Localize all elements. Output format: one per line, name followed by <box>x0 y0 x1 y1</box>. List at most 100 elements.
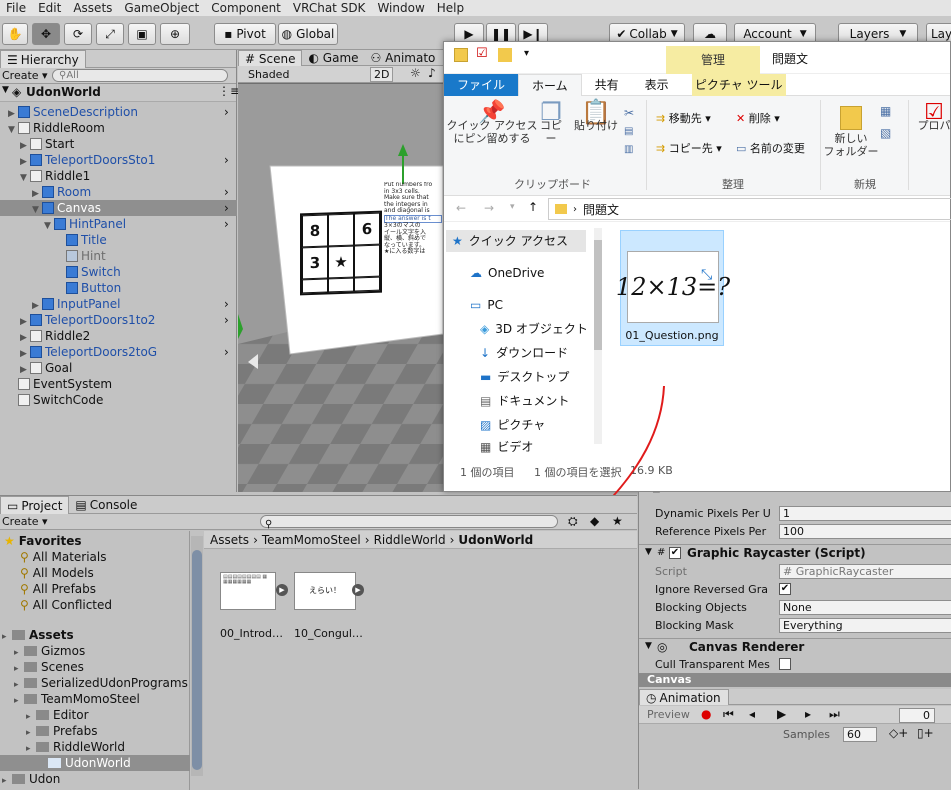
scene-view[interactable]: # Scene ◐ Game ⚇ Animato Shaded 2D ☼ ♪ 8… <box>238 50 443 492</box>
pin-quick-access-button[interactable]: 📌 クイック アクセス にピン留めする <box>447 102 538 146</box>
ribbon-tab[interactable]: 共有 <box>582 74 632 96</box>
rect-tool-icon[interactable]: ▣ <box>128 23 156 45</box>
favorite-item[interactable]: ⚲ All Prefabs <box>20 581 96 597</box>
breadcrumb-item[interactable]: Assets <box>210 533 249 547</box>
properties-button[interactable]: ☑ プロパ <box>914 102 951 133</box>
breadcrumb-item[interactable]: TeamMomoSteel <box>262 533 361 547</box>
prefab-open-icon[interactable]: › <box>224 344 229 360</box>
hierarchy-item[interactable]: ▶ TeleportDoors1to2 › <box>0 312 237 328</box>
hierarchy-item[interactable]: ▶ Start <box>0 136 237 152</box>
pivot-button[interactable]: ▪ Pivot <box>214 23 276 45</box>
dynamic-pixels-field[interactable]: 1 <box>779 506 951 521</box>
breadcrumb-item[interactable]: UdonWorld <box>458 533 533 547</box>
tab-animator[interactable]: ⚇ Animato <box>365 50 442 66</box>
paste-button[interactable]: 📋 貼り付け <box>574 100 618 132</box>
nav-item[interactable]: ▨ ピクチャ <box>474 414 592 436</box>
last-key-icon[interactable]: ⏭ <box>829 707 840 722</box>
up-arrow-icon[interactable]: ↑ <box>528 200 538 214</box>
prev-key-icon[interactable]: ◂ <box>749 707 755 721</box>
tree-scrollbar[interactable] <box>191 536 203 776</box>
nav-item[interactable]: ↓ ダウンロード <box>474 342 592 364</box>
play-icon[interactable]: ▶ <box>352 584 364 596</box>
asset-item[interactable]: えらい！ ▶ 10_Congul… <box>294 572 364 640</box>
nav-item[interactable]: ▤ ドキュメント <box>474 390 592 412</box>
folder-tree-item[interactable]: ▸ Editor <box>0 707 190 723</box>
copy-path-icon[interactable]: ▤ <box>624 126 633 137</box>
breadcrumb-item[interactable]: RiddleWorld <box>374 533 446 547</box>
frame-field[interactable]: 0 <box>899 708 935 723</box>
cull-transparent-checkbox[interactable] <box>779 658 791 670</box>
prefab-open-icon[interactable]: › <box>224 296 229 312</box>
asset-item[interactable]: ▤▤▤▤▤▤▤▤ ▦ ▦▦▦▦▦▦ ▶ 00_Introd… <box>220 572 288 640</box>
folder-tree-item[interactable]: ▸ Udon <box>0 771 190 787</box>
shading-mode-dropdown[interactable]: Shaded <box>248 68 289 81</box>
nav-item[interactable]: ☁ OneDrive <box>464 262 582 284</box>
ribbon-tab[interactable]: ピクチャ ツール <box>691 74 786 96</box>
hierarchy-item[interactable]: Hint <box>0 248 237 264</box>
create-dropdown[interactable]: Create ▾ <box>2 515 48 528</box>
menu-item[interactable]: Window <box>371 0 430 16</box>
copy-to-button[interactable]: ⇉ コピー先 ▾ <box>656 140 722 156</box>
folder-tree-item[interactable]: ▸ SerializedUdonPrograms <box>0 675 190 691</box>
tab-game[interactable]: ◐ Game <box>302 50 364 66</box>
project-search-input[interactable]: ⚲ <box>260 515 558 530</box>
hierarchy-item[interactable]: ▼ RiddleRoom <box>0 120 237 136</box>
prefab-open-icon[interactable]: › <box>224 104 229 120</box>
folder-tree-item[interactable]: UdonWorld <box>0 755 190 771</box>
tab-console[interactable]: ▤ Console <box>69 496 143 514</box>
record-icon[interactable]: ● <box>701 707 711 721</box>
play-icon[interactable]: ▶ <box>777 707 786 721</box>
new-item-icon[interactable]: ▦ <box>880 104 891 118</box>
tab-hierarchy[interactable]: ☰ Hierarchy <box>0 50 86 68</box>
audio-toggle-icon[interactable]: ♪ <box>428 66 436 80</box>
prefab-open-icon[interactable]: › <box>224 184 229 200</box>
paste-shortcut-icon[interactable]: ▥ <box>624 144 633 155</box>
menu-item[interactable]: Edit <box>32 0 67 16</box>
prefab-open-icon[interactable]: › <box>224 312 229 328</box>
hierarchy-item[interactable]: ▶ TeleportDoorsSto1 › <box>0 152 237 168</box>
favorite-item[interactable]: ⚲ All Materials <box>20 549 107 565</box>
manage-tab[interactable]: 管理 <box>666 46 760 74</box>
menu-item[interactable]: File <box>0 0 32 16</box>
menu-item[interactable]: Assets <box>67 0 118 16</box>
menu-item[interactable]: VRChat SDK <box>287 0 372 16</box>
new-folder-button[interactable]: 新しい フォルダー <box>824 106 879 158</box>
ribbon-tab[interactable]: ファイル <box>444 74 519 96</box>
delete-button[interactable]: ✕ 削除 ▾ <box>736 110 780 126</box>
preview-toggle[interactable]: Preview <box>647 708 690 721</box>
copy-button[interactable]: ❐ コピー <box>536 100 566 145</box>
folder-tree-item[interactable]: ▸ Gizmos <box>0 643 190 659</box>
recent-dropdown-icon[interactable]: ▾ <box>510 202 515 212</box>
hierarchy-item[interactable]: ▶ TeleportDoors2toG › <box>0 344 237 360</box>
scene-menu-icon[interactable]: ⋮≡ <box>218 84 240 98</box>
add-keyframe-icon[interactable]: ◇+ <box>889 726 908 740</box>
hierarchy-item[interactable]: ▼ Riddle1 <box>0 168 237 184</box>
prefab-open-icon[interactable]: › <box>224 152 229 168</box>
nav-item[interactable]: ◈ 3D オブジェクト <box>474 318 592 340</box>
first-key-icon[interactable]: ⏮ <box>723 707 734 722</box>
transform-tool-icon[interactable]: ⊕ <box>160 23 190 45</box>
hierarchy-item[interactable]: ▶ SceneDescription › <box>0 104 237 120</box>
nav-item[interactable]: ▦ ビデオ <box>474 436 592 458</box>
hierarchy-item[interactable]: ▶ Riddle2 <box>0 328 237 344</box>
back-arrow-icon[interactable]: ← <box>456 201 466 215</box>
favorite-item[interactable]: ⚲ All Models <box>20 565 94 581</box>
move-to-button[interactable]: ⇉ 移動先 ▾ <box>656 110 711 126</box>
reference-pixels-field[interactable]: 100 <box>779 524 951 539</box>
ignore-reversed-checkbox[interactable]: ✔ <box>779 583 791 595</box>
next-key-icon[interactable]: ▸ <box>805 707 811 721</box>
forward-arrow-icon[interactable]: → <box>484 201 494 215</box>
folder-tree-item[interactable]: ▸ Prefabs <box>0 723 190 739</box>
properties-icon[interactable]: ☑ <box>476 46 488 61</box>
easy-access-icon[interactable]: ▧ <box>880 126 891 140</box>
hierarchy-item[interactable]: ▶ InputPanel › <box>0 296 237 312</box>
folder-tree-item[interactable]: ▸ TeamMomoSteel <box>0 691 190 707</box>
nav-item[interactable]: ★ クイック アクセス <box>446 230 586 252</box>
component-enabled-checkbox[interactable]: ✔ <box>669 547 681 559</box>
nav-item[interactable]: ▬ デスクトップ <box>474 366 592 388</box>
filter-type-icon[interactable]: ⛭ <box>568 514 578 529</box>
rotate-tool-icon[interactable]: ⟳ <box>64 23 92 45</box>
hierarchy-item[interactable]: Title <box>0 232 237 248</box>
rename-button[interactable]: ▭ 名前の変更 <box>736 140 805 156</box>
hierarchy-item[interactable]: ▶ Room › <box>0 184 237 200</box>
